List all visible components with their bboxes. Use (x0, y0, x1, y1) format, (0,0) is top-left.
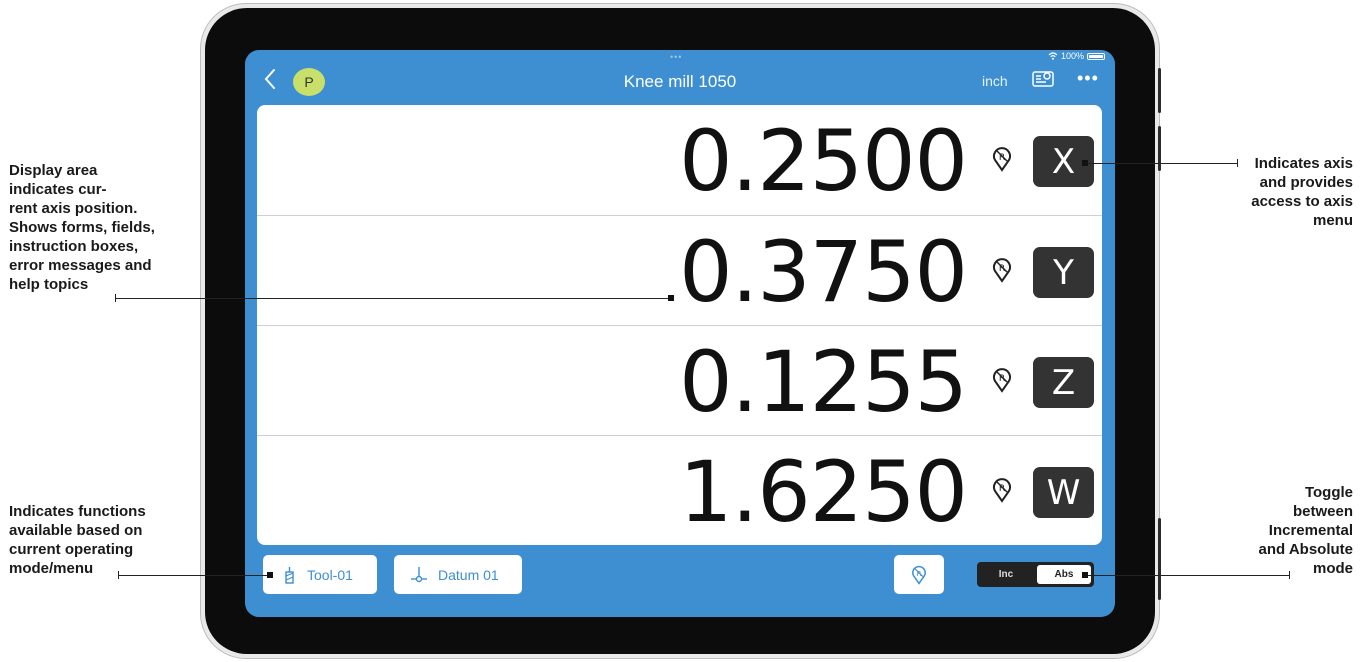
reference-button[interactable]: R (894, 555, 944, 594)
datum-button[interactable]: Datum 01 (394, 555, 522, 594)
tool-icon (285, 566, 294, 584)
reference-mark-icon: R (993, 147, 1011, 172)
device-side-button (1158, 518, 1161, 600)
axis-row-x: 0.2500 R X (257, 105, 1102, 215)
annotation-display-area: Display area indicates cur- rent axis po… (9, 162, 155, 293)
reference-mark-icon: R (993, 368, 1011, 393)
battery-percent: 100% (1060, 51, 1084, 61)
callout-line-toggle (1085, 575, 1289, 576)
callout-dot (267, 572, 273, 578)
callout-dot (1082, 572, 1088, 578)
device-side-button (1158, 68, 1161, 113)
annotation-axis: Indicates axis and provides access to ax… (1251, 155, 1353, 229)
callout-line-display (115, 298, 671, 299)
units-button[interactable]: inch (982, 73, 1008, 89)
axis-row-z: 0.1255 R Z (257, 325, 1102, 435)
reference-mark-icon: R (993, 478, 1011, 503)
callout-tick (1289, 571, 1290, 579)
datum-button-label: Datum 01 (438, 566, 499, 583)
axis-position-value: 0.3750 (679, 223, 968, 321)
callout-dot (668, 295, 674, 301)
more-icon[interactable]: ••• (1077, 68, 1099, 89)
reference-mark-icon: R (912, 565, 926, 585)
tool-button[interactable]: Tool-01 (263, 555, 377, 594)
display-area: 0.2500 R X 0.3750 R Y 0.1255 R Z 1.6250 … (257, 105, 1102, 545)
callout-line-axis (1085, 163, 1237, 164)
display-settings-icon[interactable] (1032, 69, 1054, 89)
axis-key-z[interactable]: Z (1033, 357, 1094, 408)
axis-row-w: 1.6250 R W (257, 435, 1102, 545)
axis-row-y: 0.3750 R Y (257, 215, 1102, 325)
axis-key-w[interactable]: W (1033, 467, 1094, 518)
reference-mark-icon: R (993, 258, 1011, 283)
axis-position-value: 0.2500 (679, 112, 968, 210)
multitask-dots: ••• (670, 52, 683, 62)
status-bar: 100% (1048, 51, 1105, 61)
callout-line-functions (118, 575, 270, 576)
annotation-functions: Indicates functions available based on c… (9, 503, 146, 577)
wifi-icon (1048, 52, 1058, 60)
axis-position-value: 1.6250 (679, 443, 968, 541)
tool-button-label: Tool-01 (307, 566, 353, 583)
device-side-button (1158, 126, 1161, 171)
callout-tick (115, 294, 116, 302)
axis-position-value: 0.1255 (679, 333, 968, 431)
callout-dot (1082, 160, 1088, 166)
callout-tick (118, 571, 119, 579)
app-screen: ••• 100% P Knee mill 1050 inch ••• 0.250… (245, 50, 1115, 617)
inc-abs-toggle[interactable]: Inc Abs (977, 562, 1094, 587)
annotation-toggle: Toggle between Incremental and Absolute … (1258, 484, 1353, 577)
callout-tick (1237, 159, 1238, 167)
axis-key-y[interactable]: Y (1033, 247, 1094, 298)
datum-icon (411, 566, 427, 582)
toggle-inc[interactable]: Inc (977, 562, 1035, 587)
battery-icon (1087, 52, 1105, 60)
